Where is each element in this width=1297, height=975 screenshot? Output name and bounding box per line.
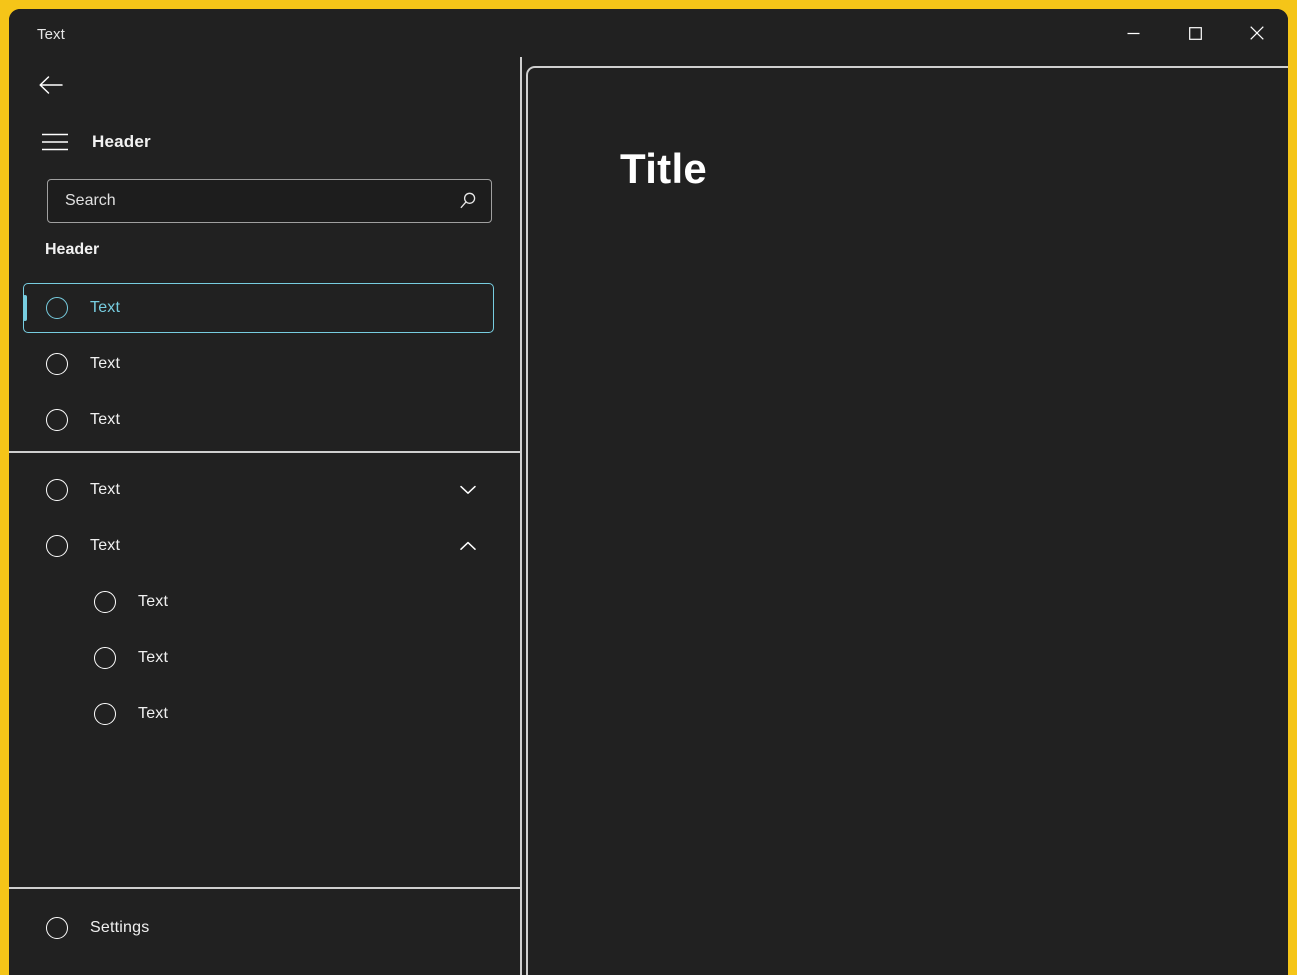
circle-icon [46, 479, 68, 501]
content-pane: Title [526, 66, 1288, 975]
circle-icon [94, 647, 116, 669]
chevron-down-icon[interactable] [459, 481, 477, 499]
nav-section-header: Header [45, 241, 100, 258]
back-arrow-icon [39, 76, 63, 94]
window-frame: Text Header Search Header Text Text Text… [0, 0, 1297, 975]
nav-item-label: Text [90, 299, 121, 316]
search-input[interactable] [47, 179, 492, 223]
nav-item-child-0[interactable]: Text [71, 577, 494, 627]
nav-item-child-1[interactable]: Text [71, 633, 494, 683]
nav-item-primary-1[interactable]: Text [23, 339, 494, 389]
window-caption-buttons [1102, 9, 1288, 57]
circle-icon [46, 917, 68, 939]
navigation-sidebar: Header Header Text Text [9, 57, 522, 975]
circle-icon [46, 297, 68, 319]
nav-item-expandable-1[interactable]: Text [23, 521, 494, 571]
hamburger-menu-button[interactable] [33, 122, 77, 162]
nav-header-label: Header [92, 132, 151, 151]
selection-indicator [23, 295, 27, 321]
page-title: Title [620, 145, 708, 192]
nav-item-label: Text [138, 705, 169, 722]
nav-item-primary-2[interactable]: Text [23, 395, 494, 445]
nav-item-child-2[interactable]: Text [71, 689, 494, 739]
nav-item-label: Text [138, 593, 169, 610]
nav-group-primary: Text Text Text [9, 283, 520, 445]
nav-group-secondary: Text Text Text Text Text [9, 453, 520, 739]
nav-footer: Settings [9, 881, 520, 975]
title-bar: Text [9, 9, 1288, 57]
close-icon [1250, 26, 1264, 40]
chevron-up-icon[interactable] [459, 537, 477, 555]
nav-item-label: Text [138, 649, 169, 666]
circle-icon [94, 591, 116, 613]
nav-item-label: Settings [90, 919, 150, 936]
circle-icon [46, 409, 68, 431]
circle-icon [46, 535, 68, 557]
hamburger-icon [42, 133, 68, 151]
circle-icon [46, 353, 68, 375]
circle-icon [94, 703, 116, 725]
maximize-button[interactable] [1164, 9, 1226, 57]
close-button[interactable] [1226, 9, 1288, 57]
minimize-icon [1127, 32, 1139, 34]
nav-item-expandable-0[interactable]: Text [23, 465, 494, 515]
minimize-button[interactable] [1102, 9, 1164, 57]
nav-group-footer: Settings [9, 889, 520, 975]
nav-item-label: Text [90, 411, 121, 428]
nav-item-settings[interactable]: Settings [23, 903, 494, 953]
nav-item-primary-0[interactable]: Text [23, 283, 494, 333]
nav-item-label: Text [90, 481, 121, 498]
back-button-row [9, 57, 520, 113]
window-title: Text [37, 26, 65, 43]
window-body: Text Header Search Header Text Text Text… [9, 9, 1288, 975]
search-box [47, 179, 492, 223]
maximize-icon [1188, 26, 1202, 40]
nav-item-label: Text [90, 537, 121, 554]
nav-header-row: Header [9, 113, 520, 171]
nav-item-label: Text [90, 355, 121, 372]
back-button[interactable] [31, 65, 71, 105]
